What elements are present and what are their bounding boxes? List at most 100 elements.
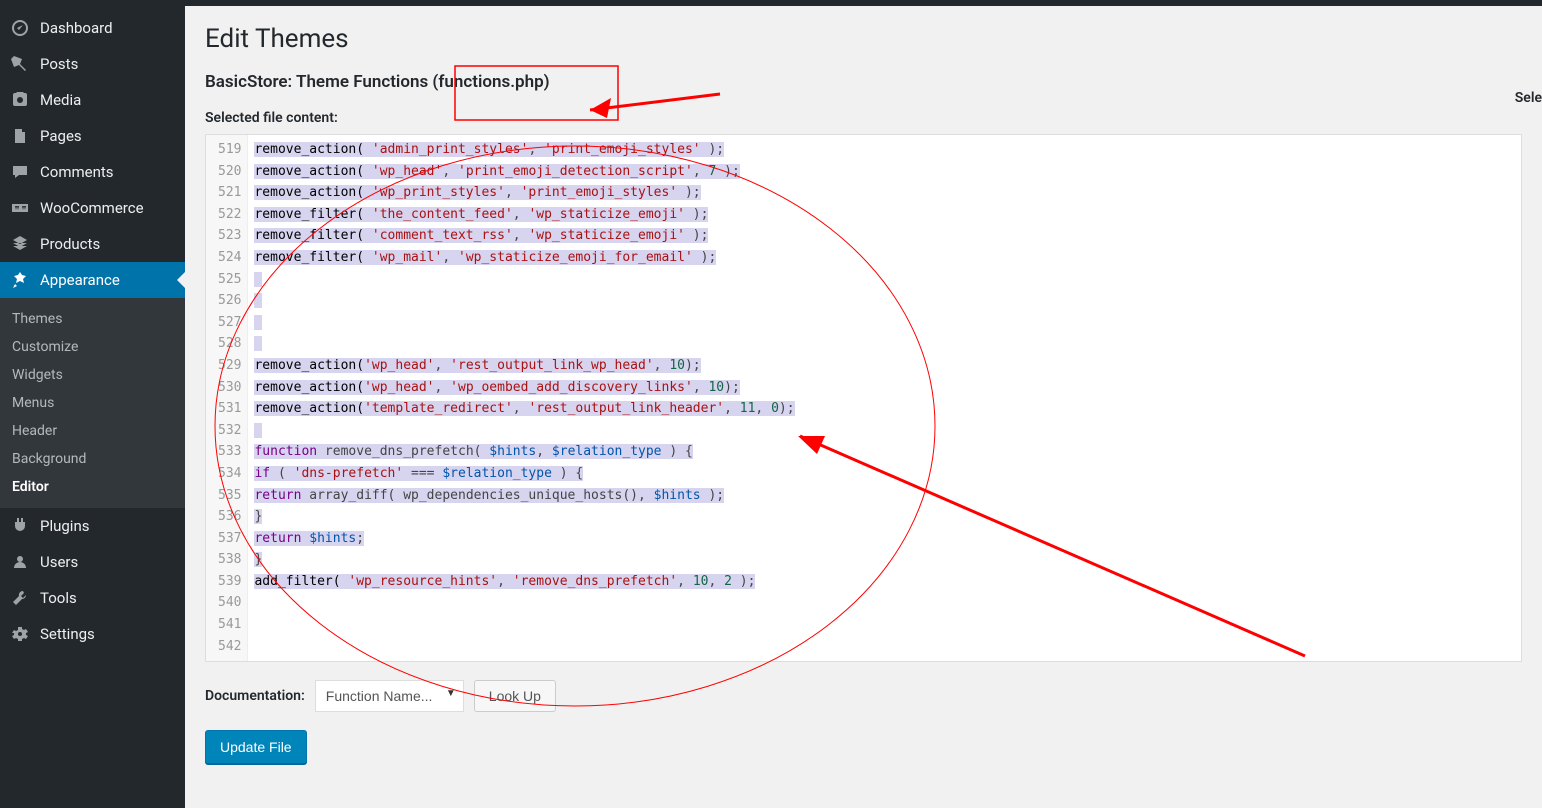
submenu-item-widgets[interactable]: Widgets	[0, 361, 185, 389]
code-area[interactable]: remove_action( 'admin_print_styles', 'pr…	[248, 135, 1521, 661]
media-icon	[10, 90, 30, 110]
sidebar-item-posts[interactable]: Posts	[0, 46, 185, 82]
sidebar-item-dashboard[interactable]: Dashboard	[0, 10, 185, 46]
code-editor[interactable]: 5195205215225235245255265275285295305315…	[205, 134, 1522, 662]
code-line[interactable]: function remove_dns_prefetch( $hints, $r…	[254, 441, 1515, 463]
code-line[interactable]: }	[254, 549, 1515, 571]
main-content: Edit Themes BasicStore: Theme Functions …	[185, 6, 1542, 808]
line-number: 527	[218, 312, 241, 334]
content-label: Selected file content:	[205, 110, 1522, 126]
sidebar-item-woocommerce[interactable]: WooCommerce	[0, 190, 185, 226]
update-file-button[interactable]: Update File	[205, 730, 307, 764]
code-line[interactable]: remove_filter( 'wp_mail', 'wp_staticize_…	[254, 247, 1515, 269]
line-number: 522	[218, 204, 241, 226]
line-number: 539	[218, 571, 241, 593]
plugins-icon	[10, 516, 30, 536]
line-number: 533	[218, 441, 241, 463]
code-line[interactable]: add_filter( 'wp_resource_hints', 'remove…	[254, 571, 1515, 593]
code-line[interactable]: remove_action('wp_head', 'wp_oembed_add_…	[254, 377, 1515, 399]
line-number: 521	[218, 182, 241, 204]
code-line[interactable]	[254, 290, 1515, 312]
line-number: 520	[218, 161, 241, 183]
sidebar-item-pages[interactable]: Pages	[0, 118, 185, 154]
appearance-submenu: ThemesCustomizeWidgetsMenusHeaderBackgro…	[0, 298, 185, 508]
line-number: 541	[218, 614, 241, 636]
appearance-icon	[10, 270, 30, 290]
pages-icon	[10, 126, 30, 146]
code-line[interactable]	[254, 592, 1515, 614]
line-gutter: 5195205215225235245255265275285295305315…	[206, 135, 248, 661]
code-line[interactable]	[254, 636, 1515, 658]
code-line[interactable]	[254, 312, 1515, 334]
line-number: 526	[218, 290, 241, 312]
code-line[interactable]: if ( 'dns-prefetch' === $relation_type )…	[254, 463, 1515, 485]
sidebar-item-label: Plugins	[40, 517, 89, 535]
sidebar-item-settings[interactable]: Settings	[0, 616, 185, 652]
code-line[interactable]: }	[254, 506, 1515, 528]
sidebar-item-label: Posts	[40, 55, 78, 73]
code-line[interactable]	[254, 614, 1515, 636]
users-icon	[10, 552, 30, 572]
sidebar-item-label: Settings	[40, 625, 95, 643]
sidebar-item-label: Tools	[40, 589, 77, 607]
code-line[interactable]: remove_action('wp_head', 'rest_output_li…	[254, 355, 1515, 377]
line-number: 535	[218, 485, 241, 507]
sidebar-item-appearance[interactable]: Appearance	[0, 262, 185, 298]
line-number: 542	[218, 636, 241, 658]
sidebar-item-label: Media	[40, 91, 81, 109]
sidebar-item-label: WooCommerce	[40, 199, 144, 217]
sidebar-item-label: Comments	[40, 163, 114, 181]
sidebar-item-tools[interactable]: Tools	[0, 580, 185, 616]
woo-icon	[10, 198, 30, 218]
line-number: 537	[218, 528, 241, 550]
line-number: 534	[218, 463, 241, 485]
sidebar-item-media[interactable]: Media	[0, 82, 185, 118]
submenu-item-themes[interactable]: Themes	[0, 305, 185, 333]
sidebar-item-plugins[interactable]: Plugins	[0, 508, 185, 544]
code-line[interactable]	[254, 420, 1515, 442]
code-line[interactable]	[254, 333, 1515, 355]
page-title: Edit Themes	[205, 24, 1522, 54]
code-line[interactable]: remove_action( 'wp_head', 'print_emoji_d…	[254, 161, 1515, 183]
code-line[interactable]: return $hints;	[254, 528, 1515, 550]
sidebar-item-label: Users	[40, 553, 78, 571]
documentation-row: Documentation: Function Name... Look Up	[205, 680, 1522, 712]
code-line[interactable]	[254, 269, 1515, 291]
line-number: 525	[218, 269, 241, 291]
dashboard-icon	[10, 18, 30, 38]
admin-sidebar: Dashboard Posts Media Pages Comments WooComme…	[0, 6, 185, 808]
select-theme-label: Sele	[1515, 90, 1542, 106]
sidebar-item-products[interactable]: Products	[0, 226, 185, 262]
submenu-item-menus[interactable]: Menus	[0, 389, 185, 417]
code-line[interactable]: remove_action( 'wp_print_styles', 'print…	[254, 182, 1515, 204]
code-line[interactable]: remove_action( 'admin_print_styles', 'pr…	[254, 139, 1515, 161]
line-number: 529	[218, 355, 241, 377]
submenu-item-header[interactable]: Header	[0, 417, 185, 445]
submenu-item-background[interactable]: Background	[0, 445, 185, 473]
line-number: 531	[218, 398, 241, 420]
lookup-button[interactable]: Look Up	[474, 680, 556, 712]
line-number: 523	[218, 225, 241, 247]
sidebar-item-label: Pages	[40, 127, 82, 145]
line-number: 524	[218, 247, 241, 269]
function-select[interactable]: Function Name...	[315, 680, 464, 712]
sidebar-item-label: Products	[40, 235, 100, 253]
line-number: 536	[218, 506, 241, 528]
code-line[interactable]: remove_filter( 'comment_text_rss', 'wp_s…	[254, 225, 1515, 247]
line-number: 528	[218, 333, 241, 355]
submenu-item-editor[interactable]: Editor	[0, 473, 185, 501]
sidebar-item-users[interactable]: Users	[0, 544, 185, 580]
sidebar-item-comments[interactable]: Comments	[0, 154, 185, 190]
code-line[interactable]: return array_diff( wp_dependencies_uniqu…	[254, 485, 1515, 507]
comments-icon	[10, 162, 30, 182]
line-number: 519	[218, 139, 241, 161]
sidebar-item-label: Appearance	[40, 271, 120, 289]
code-line[interactable]: remove_filter( 'the_content_feed', 'wp_s…	[254, 204, 1515, 226]
products-icon	[10, 234, 30, 254]
sidebar-item-label: Dashboard	[40, 19, 113, 37]
line-number: 532	[218, 420, 241, 442]
pin-icon	[10, 54, 30, 74]
submenu-item-customize[interactable]: Customize	[0, 333, 185, 361]
code-line[interactable]: remove_action('template_redirect', 'rest…	[254, 398, 1515, 420]
documentation-label: Documentation:	[205, 688, 305, 704]
